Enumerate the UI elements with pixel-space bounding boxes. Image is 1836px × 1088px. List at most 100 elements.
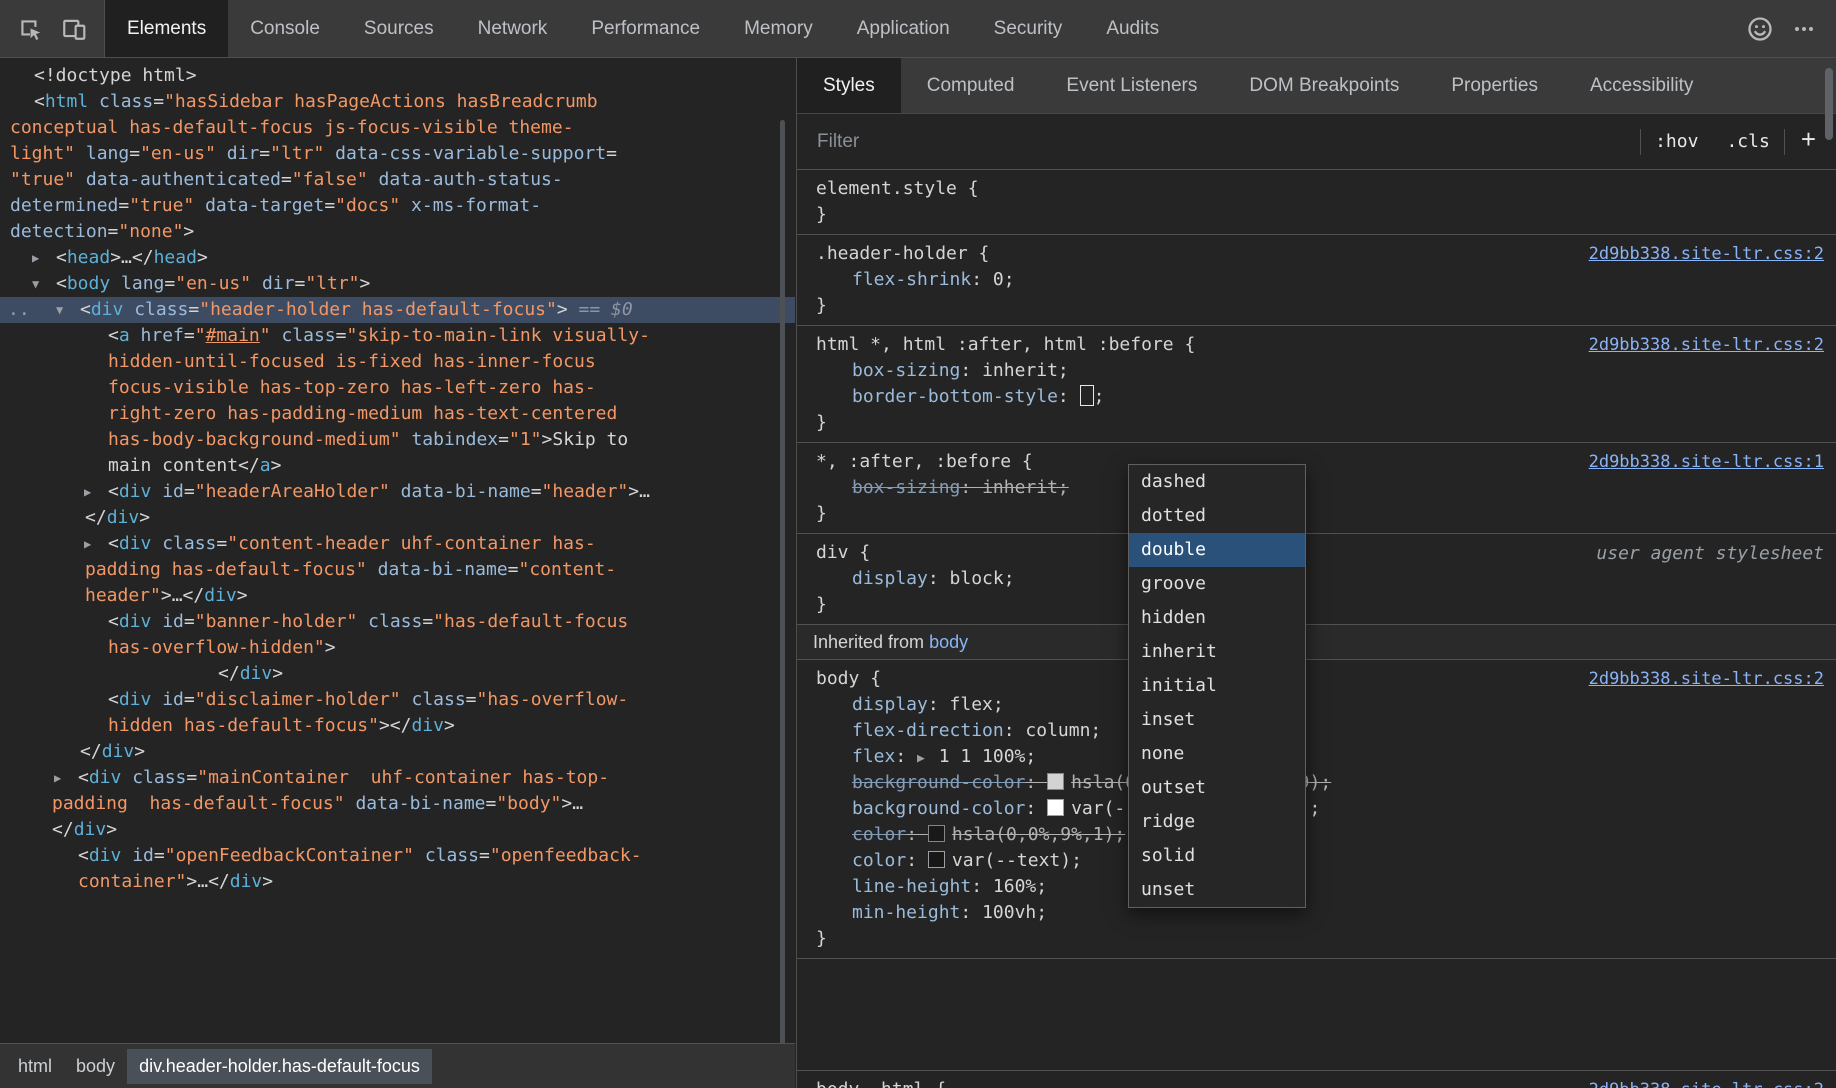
css-property[interactable]: line-height: 160%; [797,874,1836,900]
kebab-menu-icon[interactable] [1782,9,1826,49]
dropdown-option[interactable]: unset [1129,873,1305,907]
dropdown-option[interactable]: outset [1129,771,1305,805]
css-property[interactable]: border-bottom-style: ; [797,384,1836,410]
tab-properties[interactable]: Properties [1425,58,1564,113]
tab-performance[interactable]: Performance [569,0,722,57]
value-edit-box[interactable] [1079,385,1094,406]
dom-tree-line[interactable]: container">…</div> [0,869,795,895]
dropdown-option[interactable]: inset [1129,703,1305,737]
dom-tree-line[interactable]: </div> [0,661,795,687]
stylesheet-link[interactable]: 2d9bb338.site-ltr.css:2 [1589,669,1824,689]
tab-network[interactable]: Network [456,0,570,57]
dropdown-option[interactable]: ridge [1129,805,1305,839]
dom-tree-line[interactable]: <div id="openFeedbackContainer" class="o… [0,843,795,869]
tab-event-listeners[interactable]: Event Listeners [1040,58,1223,113]
inspect-icon[interactable] [8,9,52,49]
css-property[interactable]: background-color: hsla(0, 0%, 100%, .999… [797,770,1836,796]
dom-tree-line[interactable]: determined="true" data-target="docs" x-m… [0,193,795,219]
inherited-node-link[interactable]: body [929,632,968,652]
css-property[interactable]: color: var(--text); [797,848,1836,874]
dropdown-option[interactable]: groove [1129,567,1305,601]
css-property[interactable]: color: hsla(0,0%,9%,1); [797,822,1836,848]
dom-tree-line[interactable]: <div id="disclaimer-holder" class="has-o… [0,687,795,713]
dom-tree-line[interactable]: </div> [0,739,795,765]
expand-arrow-icon[interactable]: ▶ [54,765,61,791]
color-swatch[interactable] [927,851,945,868]
dom-tree-line[interactable]: focus-visible has-top-zero has-left-zero… [0,375,795,401]
tab-styles[interactable]: Styles [797,58,901,113]
dropdown-option[interactable]: double [1129,533,1305,567]
dom-tree-line[interactable]: ▶ <div id="headerAreaHolder" data-bi-name… [0,479,795,505]
dom-tree-line[interactable]: has-body-background-medium" tabindex="1"… [0,427,795,453]
dom-tree-line[interactable]: ▶ <div class="mainContainer uhf-container… [0,765,795,791]
dom-tree-line[interactable]: light" lang="en-us" dir="ltr" data-css-v… [0,141,795,167]
dropdown-option[interactable]: dotted [1129,499,1305,533]
device-toolbar-icon[interactable] [52,9,96,49]
dom-tree-line[interactable]: hidden-until-focused is-fixed has-inner-… [0,349,795,375]
dom-tree-line[interactable]: ▶ <div class="content-header uhf-containe… [0,531,795,557]
dom-tree-line[interactable]: hidden has-default-focus"></div> [0,713,795,739]
dom-tree-line[interactable]: .. ▼ <div class="header-holder has-default… [0,297,795,323]
dom-tree-line[interactable]: ▶ <head>…</head> [0,245,795,271]
tab-computed[interactable]: Computed [901,58,1041,113]
expand-arrow-icon[interactable]: ▶ [84,479,91,505]
expand-arrow-icon[interactable]: ▶ [84,531,91,557]
collapse-arrow-icon[interactable]: ▼ [32,271,39,297]
dom-tree-line[interactable]: detection="none"> [0,219,795,245]
dropdown-option[interactable]: inherit [1129,635,1305,669]
dropdown-option[interactable]: hidden [1129,601,1305,635]
tab-accessibility[interactable]: Accessibility [1564,58,1719,113]
css-property[interactable]: flex: ▶ 1 1 100%; [797,744,1836,770]
tab-audits[interactable]: Audits [1084,0,1181,57]
dom-tree-line[interactable]: <!doctype html> [0,63,795,89]
dom-tree-line[interactable]: right-zero has-padding-medium has-text-c… [0,401,795,427]
dom-tree-line[interactable]: padding has-default-focus" data-bi-name=… [0,557,795,583]
tab-console[interactable]: Console [228,0,342,57]
css-property[interactable]: box-sizing: inherit; [797,358,1836,384]
dropdown-option[interactable]: none [1129,737,1305,771]
dropdown-option[interactable]: solid [1129,839,1305,873]
css-property[interactable]: display: block; [797,566,1836,592]
styles-scrollbar[interactable] [1825,68,1833,140]
dom-tree-line[interactable]: <a href="#main" class="skip-to-main-link… [0,323,795,349]
dom-tree-line[interactable]: "true" data-authenticated="false" data-a… [0,167,795,193]
tab-application[interactable]: Application [835,0,972,57]
css-property[interactable]: background-color: var(--body-background)… [797,796,1836,822]
breadcrumb-item[interactable]: html [6,1049,64,1084]
color-swatch[interactable] [1047,799,1065,816]
feedback-smiley-icon[interactable] [1738,9,1782,49]
elements-scrollbar[interactable] [780,120,785,1058]
css-property[interactable]: flex-shrink: 0; [797,267,1836,293]
dropdown-option[interactable]: dashed [1129,465,1305,499]
dom-tree-line[interactable]: conceptual has-default-focus js-focus-vi… [0,115,795,141]
dropdown-option[interactable]: initial [1129,669,1305,703]
breadcrumb-item[interactable]: div.header-holder.has-default-focus [127,1048,432,1084]
dom-tree-line[interactable]: has-overflow-hidden"> [0,635,795,661]
tab-security[interactable]: Security [972,0,1085,57]
dom-tree-line[interactable]: <div id="banner-holder" class="has-defau… [0,609,795,635]
element-classes-toggle[interactable]: .cls [1712,131,1783,152]
color-swatch[interactable] [1047,773,1065,790]
styles-filter-input[interactable] [815,129,1641,154]
stylesheet-link[interactable]: 2d9bb338.site-ltr.css:2 [1589,1080,1824,1088]
tab-sources[interactable]: Sources [342,0,456,57]
collapse-arrow-icon[interactable]: ▼ [56,297,63,323]
stylesheet-link[interactable]: 2d9bb338.site-ltr.css:2 [1589,244,1824,264]
dom-tree-line[interactable]: main content</a> [0,453,795,479]
rule-selector[interactable]: element.style { [797,176,1836,202]
dom-tree-line[interactable]: </div> [0,505,795,531]
stylesheet-link[interactable]: 2d9bb338.site-ltr.css:1 [1589,452,1824,472]
color-swatch[interactable] [927,825,945,842]
css-property[interactable]: min-height: 100vh; [797,900,1836,926]
css-property[interactable]: box-sizing: inherit; [797,475,1836,501]
stylesheet-link[interactable]: 2d9bb338.site-ltr.css:2 [1589,335,1824,355]
css-property[interactable]: flex-direction: column; [797,718,1836,744]
css-property[interactable]: display: flex; [797,692,1836,718]
dom-tree-line[interactable]: ▼ <body lang="en-us" dir="ltr"> [0,271,795,297]
tab-dom-breakpoints[interactable]: DOM Breakpoints [1223,58,1425,113]
tab-elements[interactable]: Elements [105,0,229,57]
dom-tree-line[interactable]: <html class="hasSidebar hasPageActions h… [0,89,795,115]
breadcrumb-item[interactable]: body [64,1049,127,1084]
pseudo-state-toggle[interactable]: :hov [1641,131,1712,152]
dom-tree-line[interactable]: </div> [0,817,795,843]
